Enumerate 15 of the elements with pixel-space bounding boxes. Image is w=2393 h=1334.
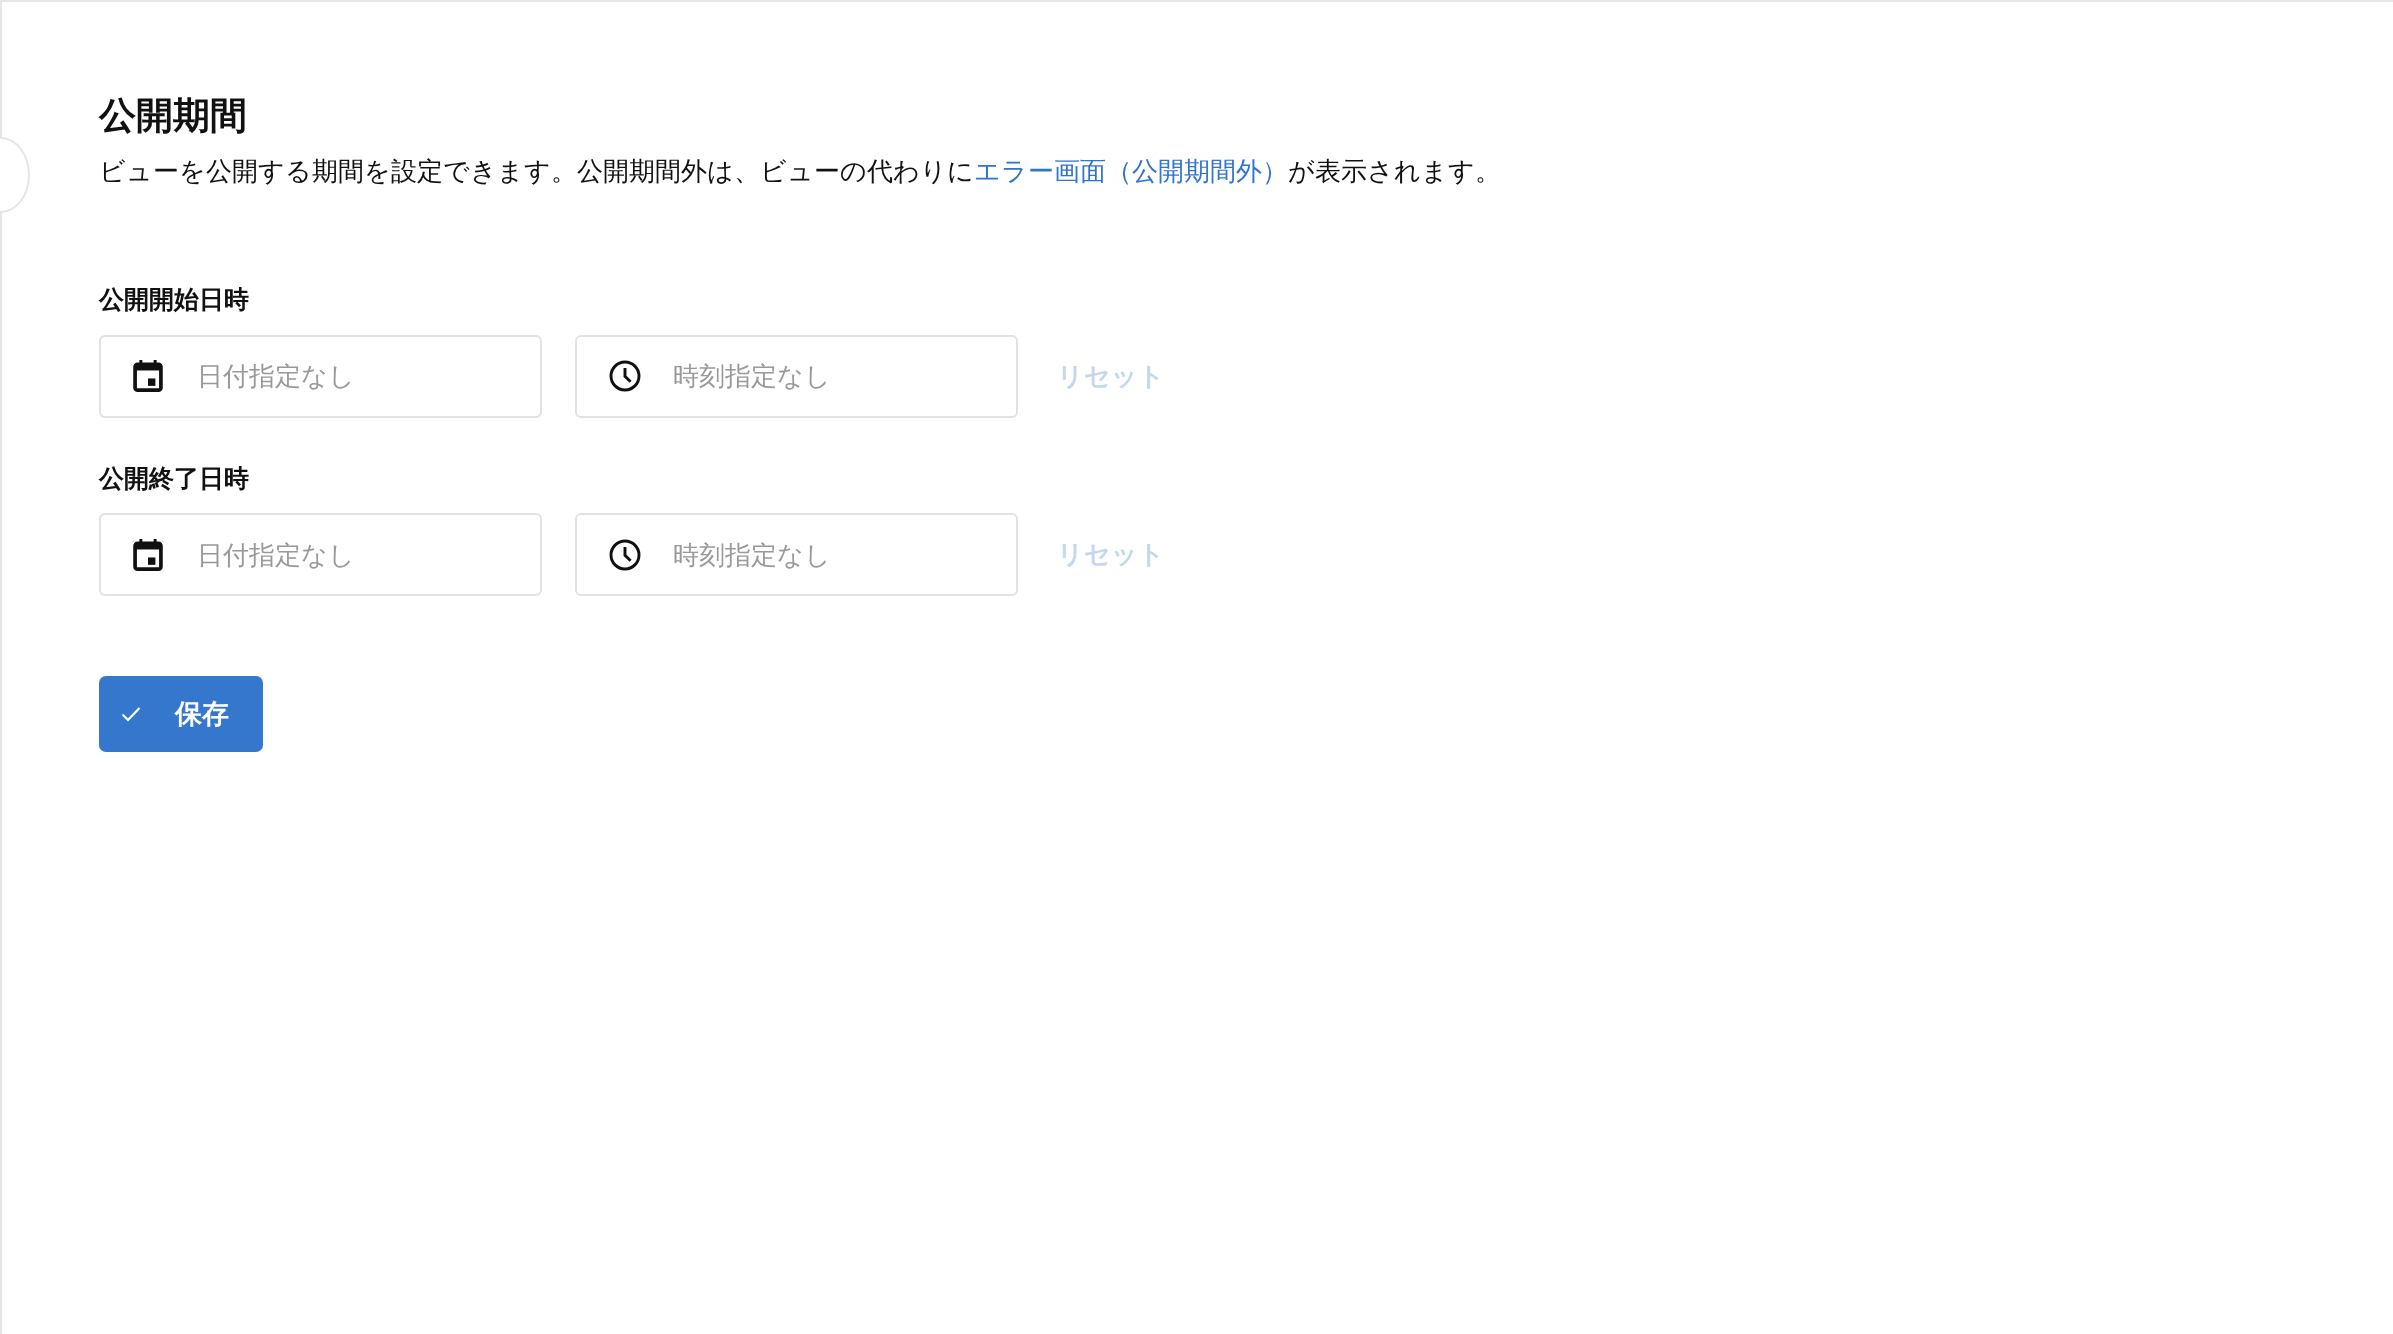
field-label: 公開終了日時	[99, 462, 250, 495]
section-title: 公開期間	[99, 94, 248, 139]
clock-icon	[609, 538, 641, 571]
clock-icon	[609, 360, 641, 393]
description-text: ビューを公開する期間を設定できます。公開期間外は、ビューの代わりにエラー画面（公開期間外）が表示されます。	[99, 155, 1502, 189]
save-button[interactable]: 保存	[99, 676, 263, 753]
field-label: 公開開始日時	[99, 284, 250, 317]
time-field[interactable]: 時刻指定なし	[575, 334, 1018, 418]
checkmark-icon	[121, 706, 141, 723]
date-field[interactable]: 日付指定なし	[99, 513, 542, 597]
date-field[interactable]: 日付指定なし	[99, 334, 542, 418]
time-field[interactable]: 時刻指定なし	[575, 513, 1018, 597]
calendar-icon	[133, 538, 163, 571]
error-screen-link[interactable]: エラー画面（公開期間外）	[974, 156, 1288, 187]
calendar-icon	[133, 360, 163, 393]
